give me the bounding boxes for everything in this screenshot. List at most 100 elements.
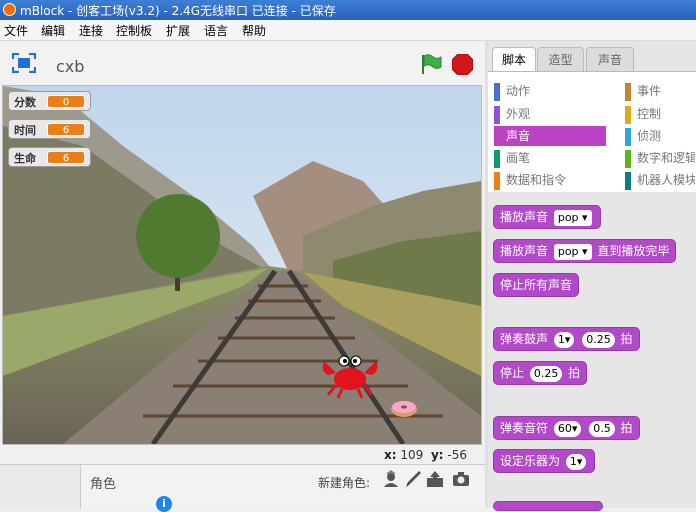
dropdown-value: pop [557,210,579,224]
menu-bar: 文件 编辑 连接 控制板 扩展 语言 帮助 [0,20,696,41]
choose-sprite-from-library-icon[interactable] [382,470,400,488]
donut-sprite[interactable] [389,398,419,418]
menu-file[interactable]: 文件 [4,22,28,39]
monitor-label: 生命 [14,152,36,165]
block-play-drum[interactable]: 弹奏鼓声 1▾ 0.25 拍 [493,327,640,351]
x-label: x: [384,448,397,462]
beats-input[interactable]: 0.25 [582,331,615,348]
instrument-dropdown[interactable]: 1▾ [565,453,587,470]
category-motion[interactable]: 动作 [494,81,604,101]
category-label: 数字和逻辑 [637,151,695,165]
sprite-info-icon[interactable]: i [156,496,172,512]
dropdown-value: 60 [557,421,572,435]
mouse-coordinates: x: 109 y: -56 [384,448,467,462]
block-stop-all-sounds[interactable]: 停止所有声音 [493,273,580,297]
block-suffix: 拍 [620,332,633,346]
new-sprite-label: 新建角色: [318,476,371,490]
menu-board[interactable]: 控制板 [116,22,152,39]
block-partial[interactable] [493,501,603,511]
category-sound[interactable]: 声音 [494,126,606,146]
monitor-score[interactable]: 分数 0 [8,91,91,111]
block-categories: 动作 外观 声音 画笔 数据和指令 事件 控制 侦测 数字和逻辑 机器人模块 [488,71,696,192]
category-looks[interactable]: 外观 [494,104,604,124]
block-text: 弹奏音符 [500,421,549,435]
category-swatch [625,172,631,190]
beats-input[interactable]: 0.25 [529,365,563,382]
stage-thumbnail-column[interactable] [0,465,81,509]
category-label: 画笔 [506,151,531,165]
monitor-label: 时间 [14,124,36,137]
category-swatch [625,150,631,168]
menu-language[interactable]: 语言 [204,22,228,39]
blocks-palette: 播放声音 pop ▾ 播放声音 pop ▾ 直到播放完毕 停止所有声音 弹奏鼓声… [488,193,696,511]
tab-costumes[interactable]: 造型 [537,47,584,71]
sound-dropdown[interactable]: pop ▾ [553,209,592,226]
category-label: 侦测 [637,129,662,143]
stage[interactable]: 分数 0 时间 6 生命 6 [2,85,482,445]
crab-sprite[interactable] [318,351,382,399]
drum-dropdown[interactable]: 1▾ [553,331,575,348]
category-swatch [494,172,500,190]
project-name[interactable]: cxb [56,57,84,76]
sprite-pane: 角色 新建角色: i [0,464,485,512]
category-control[interactable]: 控制 [625,104,695,124]
monitor-lives[interactable]: 生命 6 [8,147,91,167]
sprites-header: 角色 [90,477,117,492]
block-play-sound-until-done[interactable]: 播放声音 pop ▾ 直到播放完毕 [493,239,677,263]
window-title: mBlock - 创客工场(v3.2) - 2.4G无线串口 已连接 - 已保存 [20,4,336,18]
block-rest[interactable]: 停止 0.25 拍 [493,361,588,385]
block-text: 设定乐器为 [500,454,561,468]
block-text: 播放声音 [500,210,549,224]
block-suffix: 拍 [620,421,633,435]
block-suffix: 拍 [568,366,581,380]
block-text: 停止 [500,366,525,380]
category-label: 事件 [637,84,662,98]
sound-dropdown[interactable]: pop ▾ [553,243,592,260]
block-text: 停止所有声音 [500,278,573,292]
y-label: y: [430,448,444,462]
category-label: 数据和指令 [506,173,567,187]
stage-header: cxb [0,41,485,85]
paint-brush-icon[interactable] [404,470,422,488]
category-label: 声音 [506,129,531,143]
tab-scripts[interactable]: 脚本 [492,47,536,71]
block-play-sound[interactable]: 播放声音 pop ▾ [493,205,601,229]
tab-sounds[interactable]: 声音 [586,47,634,71]
category-data[interactable]: 数据和指令 [494,170,604,190]
category-swatch [625,128,631,146]
block-text: 播放声音 [500,244,549,258]
category-events[interactable]: 事件 [625,81,695,101]
beats-input[interactable]: 0.5 [589,420,615,437]
category-swatch [494,83,500,101]
category-swatch [494,128,500,146]
palette-panel: 脚本 造型 声音 动作 外观 声音 画笔 数据和指令 事件 控制 侦测 数字和逻… [488,41,696,511]
monitor-value: 6 [47,151,85,164]
menu-help[interactable]: 帮助 [242,22,266,39]
stop-icon[interactable] [452,54,473,75]
category-pen[interactable]: 画笔 [494,148,604,168]
menu-connect[interactable]: 连接 [79,22,103,39]
note-dropdown[interactable]: 60▾ [553,420,582,437]
block-suffix: 直到播放完毕 [597,244,670,258]
upload-sprite-icon[interactable] [426,470,444,488]
dropdown-value: 1 [569,454,577,468]
category-robots[interactable]: 机器人模块 [625,170,695,190]
category-operators[interactable]: 数字和逻辑 [625,148,695,168]
category-sensing[interactable]: 侦测 [625,126,695,146]
dropdown-value: pop [557,244,579,258]
category-label: 动作 [506,84,531,98]
fullscreen-icon[interactable] [12,53,36,73]
block-text: 弹奏鼓声 [500,332,549,346]
mblock-logo-icon [3,3,16,16]
camera-icon[interactable] [452,470,470,488]
category-label: 外观 [506,107,531,121]
category-label: 机器人模块 [637,173,695,187]
block-play-note[interactable]: 弹奏音符 60▾ 0.5 拍 [493,416,640,440]
monitor-value: 0 [47,95,85,108]
menu-edit[interactable]: 编辑 [41,22,65,39]
monitor-value: 6 [47,123,85,136]
green-flag-icon[interactable] [420,53,442,75]
menu-extensions[interactable]: 扩展 [166,22,190,39]
monitor-time[interactable]: 时间 6 [8,119,91,139]
block-set-instrument[interactable]: 设定乐器为 1▾ [493,449,596,473]
